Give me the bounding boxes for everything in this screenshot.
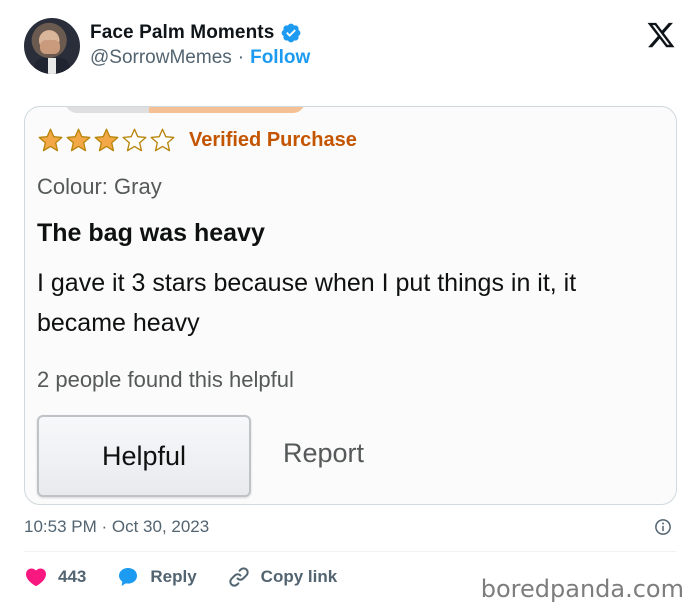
star-filled-icon <box>38 128 63 152</box>
star-empty-icon <box>122 128 147 152</box>
copy-link-label: Copy link <box>260 567 338 586</box>
review-body: I gave it 3 stars because when I put thi… <box>37 269 577 337</box>
report-link: Report <box>283 438 365 468</box>
star-empty-icon <box>150 128 175 152</box>
verified-purchase-label: Verified Purchase <box>189 129 357 151</box>
author-handle-row: @SorrowMemes · Follow <box>90 47 310 69</box>
tweet-timestamp[interactable]: 10:53 PM · Oct 30, 2023 <box>24 517 209 537</box>
embedded-review-screenshot[interactable]: Verified Purchase Colour: Gray The bag w… <box>24 106 677 505</box>
avatar-hand <box>40 40 60 54</box>
star-rating <box>37 127 177 154</box>
star-filled-icon <box>66 128 91 152</box>
follow-button[interactable]: Follow <box>250 47 310 69</box>
author-avatar[interactable] <box>24 18 80 74</box>
like-count: 443 <box>58 567 87 586</box>
reply-label: Reply <box>150 567 197 586</box>
star-filled-icon <box>94 128 119 152</box>
handle-separator: · <box>237 47 245 68</box>
tweet-meta: 10:53 PM · Oct 30, 2023 <box>24 515 676 539</box>
divider <box>24 551 676 552</box>
x-logo-icon[interactable] <box>646 20 676 50</box>
speech-bubble-icon <box>119 568 138 586</box>
avatar-collar <box>48 58 56 74</box>
helpful-button: Helpful <box>37 415 251 497</box>
like-button[interactable]: 443 <box>24 565 86 589</box>
author-name-row: Face Palm Moments <box>90 22 302 44</box>
author-handle[interactable]: @SorrowMemes <box>90 47 232 69</box>
link-icon <box>229 567 249 587</box>
heart-icon <box>25 568 47 587</box>
helpful-count: 2 people found this helpful <box>37 367 294 392</box>
cropped-image-strip <box>65 107 305 113</box>
rating-row: Verified Purchase <box>37 127 357 154</box>
info-icon[interactable] <box>654 518 672 536</box>
verified-badge-icon <box>281 23 301 43</box>
copy-link-button[interactable]: Copy link <box>227 565 338 589</box>
tweet-header: Face Palm Moments @SorrowMemes · Follow <box>24 16 684 80</box>
colour-variant: Colour: Gray <box>37 174 162 199</box>
reply-button[interactable]: Reply <box>116 565 197 589</box>
boredpanda-watermark: boredpanda.com <box>480 575 684 603</box>
tweet-actions: 443 Reply Copy link <box>24 563 367 591</box>
review-title: The bag was heavy <box>37 219 265 247</box>
author-display-name[interactable]: Face Palm Moments <box>90 22 274 44</box>
